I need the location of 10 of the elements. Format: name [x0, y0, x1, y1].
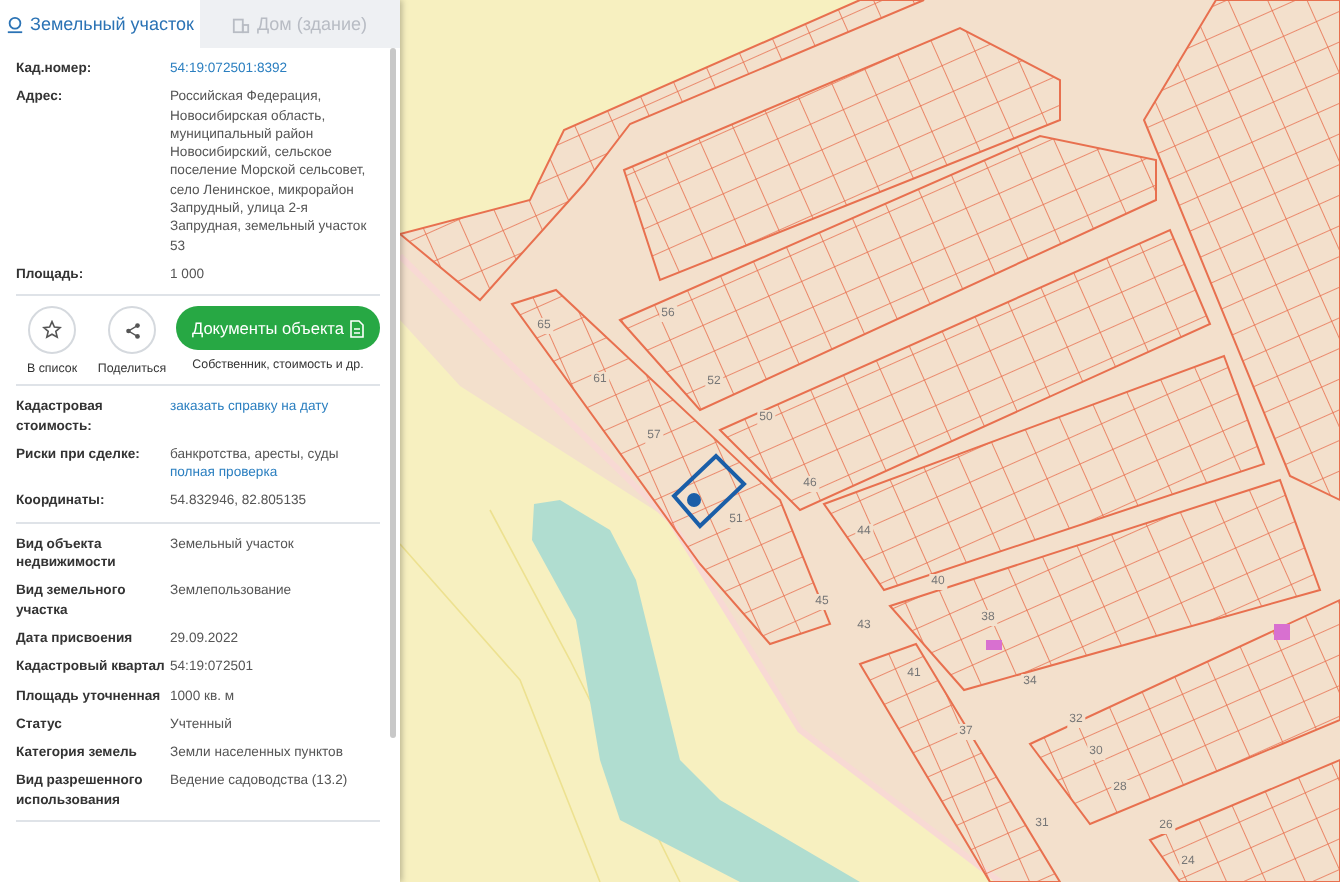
map-pin-icon [6, 15, 25, 33]
share-button[interactable] [108, 306, 156, 355]
tab[interactable]: Земельный участок [0, 0, 200, 48]
building-icon [232, 15, 251, 33]
documents-button[interactable]: Документы объекта [176, 306, 380, 351]
document-icon [350, 319, 364, 338]
star-icon [42, 320, 62, 341]
favorite-button[interactable] [28, 306, 76, 355]
scrollbar[interactable] [390, 48, 396, 738]
share-icon [123, 321, 141, 340]
